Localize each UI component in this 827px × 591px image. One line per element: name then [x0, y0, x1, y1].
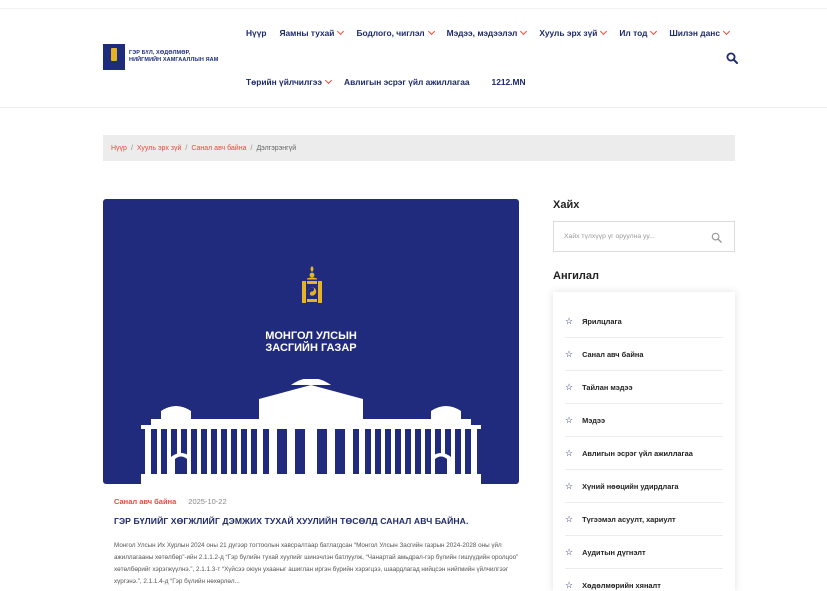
- breadcrumb-separator: /: [185, 144, 188, 152]
- search-widget-title: Хайх: [553, 199, 580, 211]
- nav-item-label: Шилэн данс: [669, 28, 720, 38]
- article-date: 2025-10-22: [188, 497, 227, 506]
- star-outline-icon: ☆: [565, 480, 574, 491]
- article-body: Монгол Улсын Их Хурлын 2024 оны 21 дүгээ…: [114, 542, 519, 585]
- nav-item-public-services[interactable]: Төрийн үйлчилгээ: [246, 76, 333, 87]
- breadcrumb-legal[interactable]: Хууль эрх зүй: [137, 145, 182, 152]
- soyombo-emblem-icon: [103, 44, 125, 70]
- category-widget-title: Ангилал: [553, 270, 600, 282]
- chevron-down-icon: [722, 27, 731, 36]
- chevron-down-icon: [600, 27, 608, 36]
- category-item[interactable]: ☆ Санал авч байна: [565, 338, 723, 371]
- nav-item-label: 1212.MN: [491, 77, 526, 87]
- star-outline-icon: ☆: [565, 579, 574, 590]
- hero-title-line2: ЗАСГИЙН ГАЗАР: [265, 342, 357, 354]
- nav-item-transparency[interactable]: Ил тод: [619, 27, 658, 38]
- nav-item-policy[interactable]: Бодлого, чиглэл: [356, 27, 435, 38]
- category-list: ☆ Ярилцлага ☆ Санал авч байна ☆ Тайлан мэдэ…: [553, 292, 735, 591]
- nav-item-about[interactable]: Яамны тухай: [279, 27, 345, 38]
- star-outline-icon: ☆: [565, 315, 574, 326]
- star-outline-icon: ☆: [565, 513, 574, 524]
- article-hero-image: МОНГОЛ УЛСЫН ЗАСГИЙН ГАЗАР: [103, 199, 519, 484]
- category-item[interactable]: ☆ Авлигын эсрэг үйл ажиллагаа: [565, 437, 723, 470]
- chevron-down-icon: [520, 27, 528, 36]
- header-top-divider: [0, 8, 827, 9]
- nav-item-1212[interactable]: 1212.MN: [492, 77, 526, 87]
- category-item[interactable]: ☆ Түгээмэл асуулт, хариулт: [565, 503, 723, 536]
- soyombo-emblem-icon: [302, 266, 322, 303]
- breadcrumb-separator: /: [130, 144, 133, 152]
- logo-text: ГЭР БҮЛ, ХӨДӨЛМӨР, НИЙГМИЙН ХАМГААЛЛЫН Я…: [129, 50, 218, 64]
- category-label: Аудитын дүгнэлт: [582, 547, 646, 557]
- category-label: Тайлан мэдээ: [582, 382, 633, 392]
- breadcrumb-separator: /: [250, 144, 253, 152]
- category-item[interactable]: ☆ Хөдөлмөрийн хяналт: [565, 569, 723, 591]
- nav-item-label: Нүүр: [246, 28, 267, 38]
- main-nav-row1: Нүүр Яамны тухай Бодлого, чиглэл Мэдээ, …: [246, 27, 742, 38]
- chevron-down-icon: [427, 27, 435, 36]
- nav-item-label: Бодлого, чиглэл: [356, 28, 425, 38]
- nav-item-anti-corruption[interactable]: Авлигын эсрэг үйл ажиллагаа: [344, 77, 470, 87]
- nav-item-label: Хууль эрх зүй: [539, 28, 598, 38]
- main-nav-row2: Төрийн үйлчилгээ Авлигын эсрэг үйл ажилл…: [246, 76, 539, 87]
- nav-item-legal[interactable]: Хууль эрх зүй: [539, 27, 608, 38]
- nav-item-home[interactable]: Нүүр: [246, 28, 266, 38]
- chevron-down-icon: [324, 76, 333, 85]
- nav-item-label: Төрийн үйлчилгээ: [246, 77, 323, 87]
- category-label: Мэдээ: [582, 415, 606, 425]
- category-item[interactable]: ☆ Хүний нөөцийн удирдлага: [565, 470, 723, 503]
- search-input[interactable]: [564, 233, 704, 240]
- star-outline-icon: ☆: [565, 414, 574, 425]
- category-item[interactable]: ☆ Аудитын дүгнэлт: [565, 536, 723, 569]
- nav-item-label: Яамны тухай: [279, 28, 335, 38]
- chevron-down-icon: [650, 27, 658, 36]
- category-label: Хүний нөөцийн удирдлага: [582, 481, 679, 491]
- breadcrumb-home[interactable]: Нүүр: [111, 145, 127, 152]
- search-icon[interactable]: [726, 52, 738, 64]
- article-title[interactable]: ГЭР БҮЛИЙГ ХӨГЖЛИЙГ ДЭМЖИХ ТУХАЙ ХУУЛИЙН…: [114, 516, 524, 526]
- category-item[interactable]: ☆ Тайлан мэдээ: [565, 371, 723, 404]
- article-category-link[interactable]: Санал авч байна: [114, 497, 176, 506]
- breadcrumb-consultation[interactable]: Санал авч байна: [191, 145, 246, 152]
- category-label: Ярилцлага: [582, 316, 622, 326]
- breadcrumb-current: Дэлгэрэнгүй: [256, 144, 297, 152]
- hero-title: МОНГОЛ УЛСЫН ЗАСГИЙН ГАЗАР: [103, 330, 519, 354]
- category-label: Хөдөлмөрийн хяналт: [582, 580, 661, 590]
- star-outline-icon: ☆: [565, 546, 574, 557]
- nav-item-label: Ил тод: [619, 28, 648, 38]
- ministry-logo[interactable]: ГЭР БҮЛ, ХӨДӨЛМӨР, НИЙГМИЙН ХАМГААЛЛЫН Я…: [103, 44, 218, 70]
- hero-title-line1: МОНГОЛ УЛСЫН: [265, 330, 357, 342]
- logo-text-line1: ГЭР БҮЛ, ХӨДӨЛМӨР,: [129, 50, 191, 56]
- category-item[interactable]: ☆ Мэдээ: [565, 404, 723, 437]
- star-outline-icon: ☆: [565, 348, 574, 359]
- government-palace-illustration: [141, 379, 481, 484]
- category-item[interactable]: ☆ Ярилцлага: [565, 292, 723, 338]
- category-label: Санал авч байна: [582, 349, 644, 359]
- category-label: Авлигын эсрэг үйл ажиллагаа: [582, 448, 693, 458]
- search-icon[interactable]: [711, 232, 722, 243]
- nav-item-news[interactable]: Мэдээ, мэдээлэл: [446, 27, 528, 38]
- search-widget: [553, 221, 735, 252]
- logo-text-line2: НИЙГМИЙН ХАМГААЛЛЫН ЯАМ: [129, 57, 219, 63]
- star-outline-icon: ☆: [565, 447, 574, 458]
- star-outline-icon: ☆: [565, 381, 574, 392]
- breadcrumb: Нүүр / Хууль эрх зүй / Санал авч байна /…: [103, 135, 735, 161]
- nav-item-label: Авлигын эсрэг үйл ажиллагаа: [344, 77, 470, 87]
- article-meta: Санал авч байна 2025-10-22: [114, 497, 227, 506]
- category-label: Түгээмэл асуулт, хариулт: [582, 514, 676, 524]
- site-header: ГЭР БҮЛ, ХӨДӨЛМӨР, НИЙГМИЙН ХАМГААЛЛЫН Я…: [0, 0, 827, 108]
- nav-item-label: Мэдээ, мэдээлэл: [446, 28, 518, 38]
- chevron-down-icon: [337, 27, 345, 36]
- nav-item-glass-account[interactable]: Шилэн данс: [669, 27, 731, 38]
